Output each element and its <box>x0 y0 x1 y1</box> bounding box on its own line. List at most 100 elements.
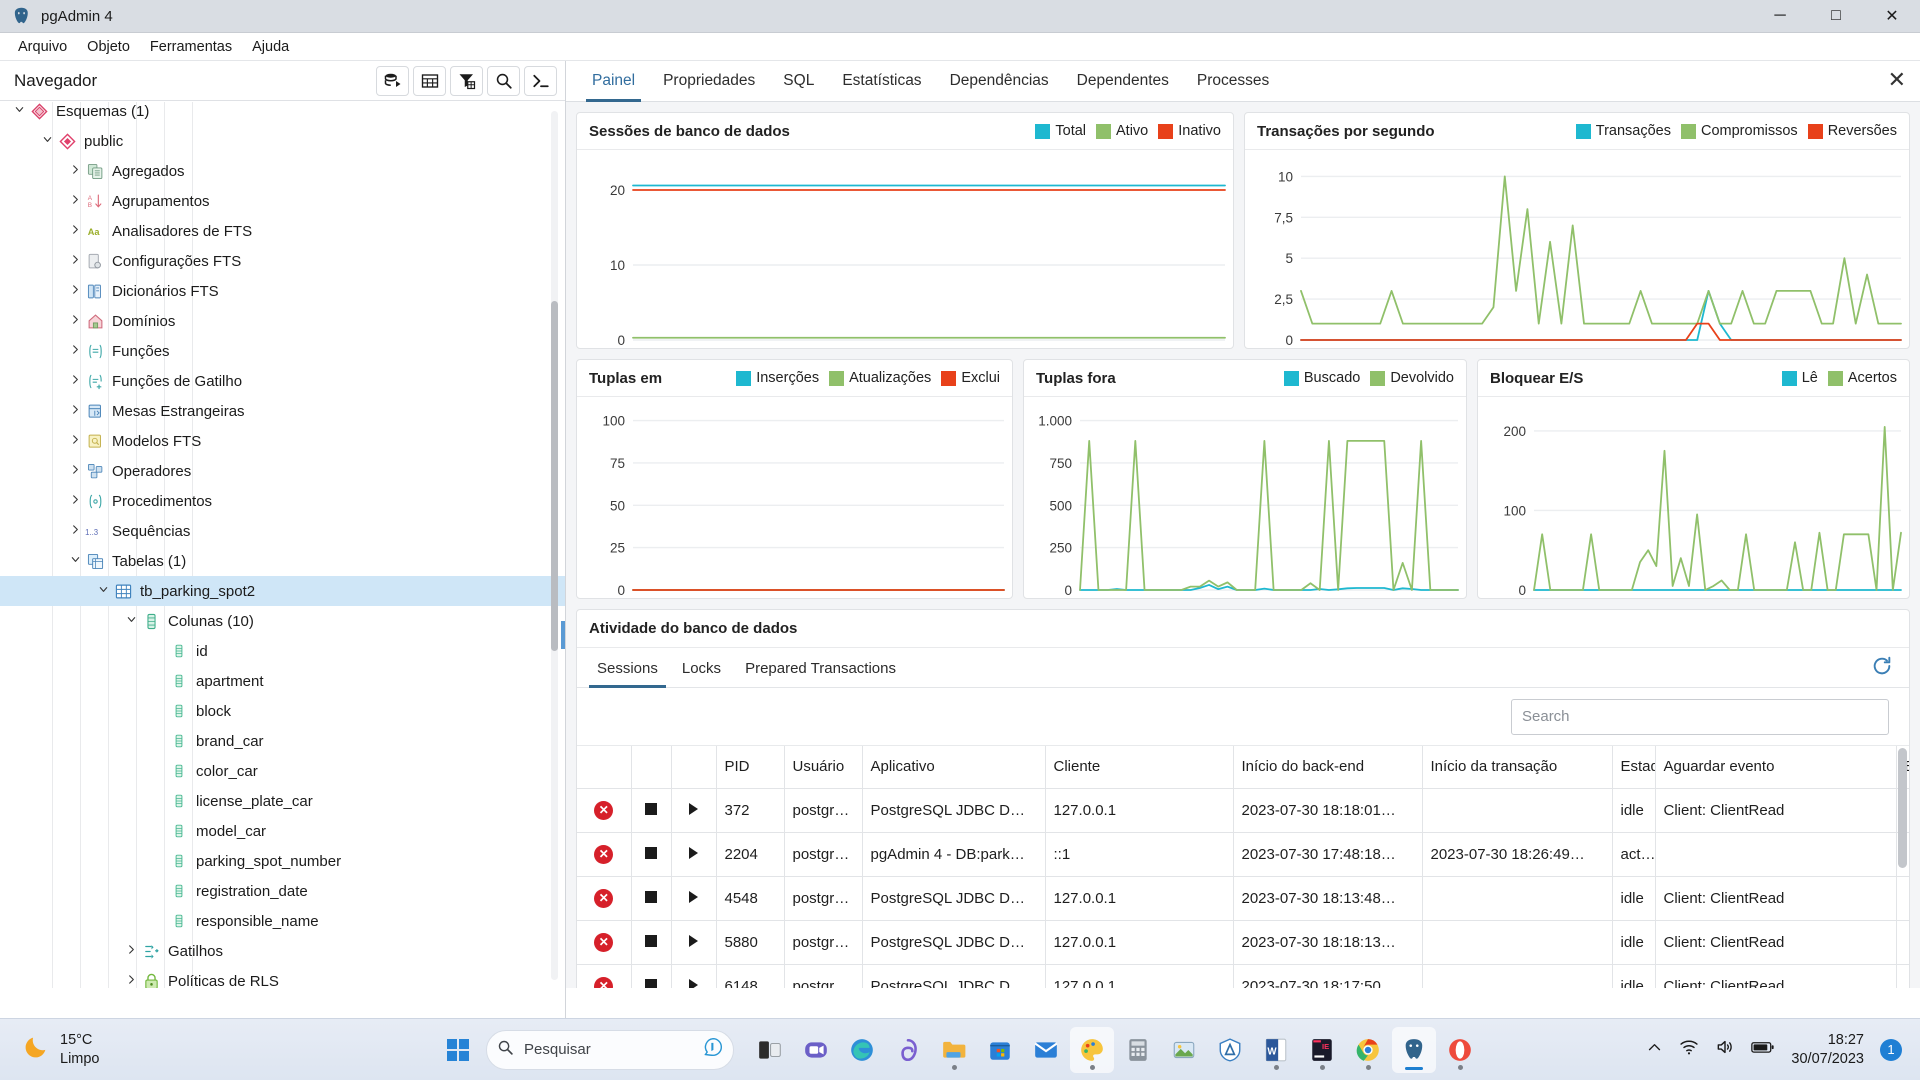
terminate-session-button[interactable] <box>631 788 672 833</box>
tree-item-gatilhos[interactable]: Gatilhos <box>0 936 565 966</box>
taskbar-calculator-icon[interactable] <box>1116 1027 1160 1073</box>
taskbar-file-explorer-icon[interactable] <box>932 1027 976 1073</box>
taskbar-chrome-icon[interactable] <box>1346 1027 1390 1073</box>
table-row[interactable]: ✕ 4548 postgr… PostgreSQL JDBC D… 127.0.0.1 2… <box>577 876 1909 921</box>
chevron-down-icon[interactable] <box>66 554 84 568</box>
table-row[interactable]: ✕ 5880 postgr… PostgreSQL JDBC D… 127.0.0.1 2… <box>577 920 1909 965</box>
sessions-grid[interactable]: PID Usuário Aplicativo Cliente Início do bac… <box>577 746 1909 988</box>
taskbar-copilot-icon[interactable] <box>886 1027 930 1073</box>
chevron-right-icon[interactable] <box>66 404 84 418</box>
taskbar-opera-icon[interactable] <box>1438 1027 1482 1073</box>
cancel-query-button[interactable]: ✕ <box>577 964 632 988</box>
search-input[interactable] <box>1511 698 1889 735</box>
tab-painel[interactable]: Painel <box>578 72 649 102</box>
menu-item-ajuda[interactable]: Ajuda <box>242 36 299 58</box>
chevron-right-icon[interactable] <box>66 524 84 538</box>
expand-row-button[interactable] <box>671 920 717 965</box>
column-header-state[interactable]: Estad <box>1612 746 1656 789</box>
tree-item-color-car[interactable]: color_car <box>0 756 565 786</box>
menu-item-objeto[interactable]: Objeto <box>77 36 140 58</box>
taskbar-microsoft-store-icon[interactable] <box>978 1027 1022 1073</box>
column-header-wait[interactable]: Aguardar evento <box>1655 746 1897 789</box>
chevron-right-icon[interactable] <box>66 494 84 508</box>
table-row[interactable]: ✕ 6148 postgr… PostgreSQL JDBC D… 127.0.0.1 2… <box>577 964 1909 988</box>
tree-item-agrupamentos[interactable]: A B Agrupamentos <box>0 186 565 216</box>
weather-widget[interactable]: 15°C Limpo <box>22 1031 100 1067</box>
tree-item-fun-es-de-gatilho[interactable]: Funções de Gatilho <box>0 366 565 396</box>
menu-item-ferramentas[interactable]: Ferramentas <box>140 36 242 58</box>
tree-item-colunas-10[interactable]: Colunas (10) <box>0 606 565 636</box>
column-header-app[interactable]: Aplicativo <box>862 746 1046 789</box>
tab-propriedades[interactable]: Propriedades <box>649 72 769 101</box>
chevron-right-icon[interactable] <box>66 284 84 298</box>
volume-icon[interactable] <box>1715 1037 1735 1062</box>
menu-item-arquivo[interactable]: Arquivo <box>8 36 77 58</box>
taskbar-word-icon[interactable]: W <box>1254 1027 1298 1073</box>
tree-item-brand-car[interactable]: brand_car <box>0 726 565 756</box>
tab-locks[interactable]: Locks <box>670 660 733 687</box>
tree-item-model-car[interactable]: model_car <box>0 816 565 846</box>
wifi-icon[interactable] <box>1679 1037 1699 1062</box>
chevron-right-icon[interactable] <box>66 224 84 238</box>
column-header-backend[interactable]: Início do back-end <box>1233 746 1423 789</box>
taskbar-intellij-idea-icon[interactable]: IE <box>1300 1027 1344 1073</box>
bing-copilot-icon[interactable] <box>703 1037 723 1062</box>
tree-item-responsible-name[interactable]: responsible_name <box>0 906 565 936</box>
windows-start-icon[interactable] <box>438 1030 478 1070</box>
taskbar-clock[interactable]: 18:27 30/07/2023 <box>1791 1031 1864 1069</box>
cancel-query-button[interactable]: ✕ <box>577 832 632 877</box>
tab-processes[interactable]: Processes <box>1183 72 1283 101</box>
sidebar-resize-handle[interactable] <box>561 621 565 649</box>
chevron-up-icon[interactable] <box>1646 1039 1663 1061</box>
chevron-right-icon[interactable] <box>66 194 84 208</box>
tree-item-analisadores-de-fts[interactable]: Aa Analisadores de FTS <box>0 216 565 246</box>
cancel-query-button[interactable]: ✕ <box>577 920 632 965</box>
tree-item-tabelas-1[interactable]: Tabelas (1) <box>0 546 565 576</box>
chevron-right-icon[interactable] <box>66 464 84 478</box>
minimize-button[interactable]: ─ <box>1752 0 1808 32</box>
table-row[interactable]: ✕ 372 postgr… PostgreSQL JDBC D… 127.0.0.1 20… <box>577 788 1909 833</box>
terminal-icon[interactable] <box>524 65 557 96</box>
tree-item-fun-es[interactable]: Funções <box>0 336 565 366</box>
view-data-icon[interactable] <box>413 65 446 96</box>
tree-item-registration-date[interactable]: registration_date <box>0 876 565 906</box>
battery-icon[interactable] <box>1751 1037 1775 1062</box>
tree-item-esquemas-1[interactable]: Esquemas (1) <box>0 102 565 126</box>
close-button[interactable]: ✕ <box>1864 0 1920 32</box>
column-header-cancel[interactable] <box>577 746 632 789</box>
column-header-pid[interactable]: PID <box>716 746 785 789</box>
tab-estatisticas[interactable]: Estatísticas <box>828 72 935 101</box>
tab-prepared-transactions[interactable]: Prepared Transactions <box>733 660 908 687</box>
cancel-query-button[interactable]: ✕ <box>577 788 632 833</box>
expand-row-button[interactable] <box>671 964 717 988</box>
expand-row-button[interactable] <box>671 832 717 877</box>
chevron-right-icon[interactable] <box>66 344 84 358</box>
add-server-icon[interactable] <box>376 65 409 96</box>
expand-row-button[interactable] <box>671 788 717 833</box>
taskbar-teams-icon[interactable] <box>794 1027 838 1073</box>
tree-item-block[interactable]: block <box>0 696 565 726</box>
chevron-down-icon[interactable] <box>122 614 140 628</box>
chevron-down-icon[interactable] <box>10 104 28 118</box>
taskbar-pgadmin-icon[interactable] <box>1392 1026 1436 1073</box>
table-row[interactable]: ✕ 2204 postgr… pgAdmin 4 - DB:park…::1 2023-… <box>577 832 1909 877</box>
tree-item-license-plate-car[interactable]: license_plate_car <box>0 786 565 816</box>
maximize-button[interactable]: □ <box>1808 0 1864 32</box>
refresh-icon[interactable] <box>1867 652 1897 680</box>
tree-item-tb-parking-spot2[interactable]: tb_parking_spot2 <box>0 576 565 606</box>
taskbar-paint-icon[interactable] <box>1070 1026 1114 1073</box>
terminate-session-button[interactable] <box>631 832 672 877</box>
tab-dependencias[interactable]: Dependências <box>936 72 1063 101</box>
taskbar-edge-icon[interactable] <box>840 1027 884 1073</box>
navigator-tree[interactable]: Esquemas (1) public Agregados A B Agrupamento… <box>0 102 565 988</box>
terminate-session-button[interactable] <box>631 876 672 921</box>
chevron-right-icon[interactable] <box>66 164 84 178</box>
filter-icon[interactable] <box>450 65 483 96</box>
tree-item-apartment[interactable]: apartment <box>0 666 565 696</box>
close-icon[interactable]: ✕ <box>1888 69 1906 91</box>
chevron-down-icon[interactable] <box>38 134 56 148</box>
column-header-client[interactable]: Cliente <box>1045 746 1234 789</box>
column-header-user[interactable]: Usuário <box>784 746 863 789</box>
grid-scrollbar-thumb[interactable] <box>1898 748 1907 868</box>
cancel-query-button[interactable]: ✕ <box>577 876 632 921</box>
